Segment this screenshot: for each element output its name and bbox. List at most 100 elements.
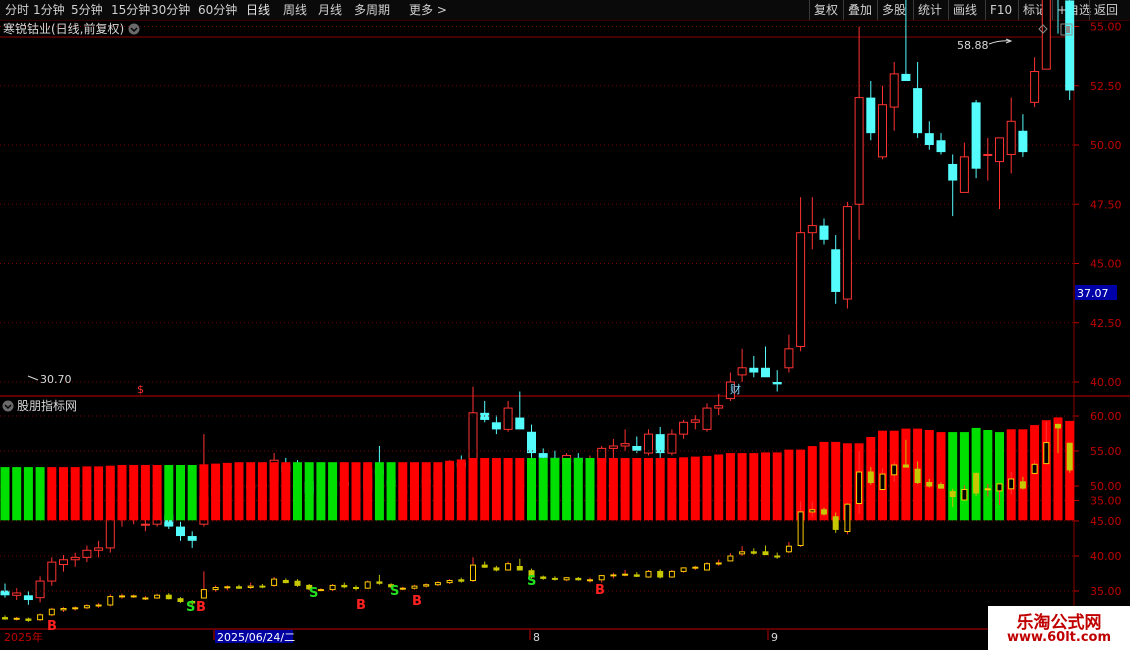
mini-candle-body [563,577,570,581]
indicator-bar [410,462,419,521]
candle-body [831,249,841,292]
mini-candle-body [1019,481,1026,489]
indicator-bar [749,453,759,521]
candle [959,142,969,193]
mini-candle [973,472,980,496]
candle-body [878,104,887,158]
mini-candle-body [727,555,734,562]
candle [70,552,80,567]
mini-candle-body [633,574,640,577]
indicator-bar [222,462,232,521]
indicator-bar [597,458,607,521]
time-label-cursor: 2025/06/24/二 [217,631,295,644]
indicator-bar [70,467,80,521]
mini-candle-body [399,587,406,590]
indicator-bar [655,458,665,521]
current-price-value: 37.07 [1077,287,1109,300]
candle-body [1065,0,1075,91]
indicator-bar [702,455,712,521]
indicator-bar [94,466,104,521]
candle-body [761,367,770,378]
candle [667,429,677,456]
indicator-bar [117,465,127,521]
indicator-bar [456,459,466,521]
watermark-logo: 乐淘公式网 www.60lt.com [988,606,1130,650]
mini-candle-body [364,581,371,589]
mini-candle [481,561,488,568]
candle [854,26,864,240]
mini-candle-body [949,491,956,498]
time-label-year: 2025年 [4,630,43,644]
mini-candle-body [13,617,20,620]
mini-candle [165,593,172,600]
dividend-marker[interactable]: $ [137,383,144,396]
indicator-tick-label: 55.00 [1090,445,1122,458]
mini-candle-body [1055,423,1061,429]
indicator-bar [59,467,68,521]
candle-body [47,561,57,582]
mini-candle-body [797,511,804,546]
mini-candle [294,579,301,587]
mini-candle-body [341,584,348,588]
price-tick-label: 45.00 [1090,258,1122,271]
indicator-bar [316,462,326,521]
mini-candle [411,584,418,590]
candle [94,540,104,558]
indicator-bar [199,464,209,521]
mini-candle-body [130,595,137,598]
mini-candle-body [774,555,781,558]
mini-candle-body [317,589,324,592]
indicator-bar [351,462,361,521]
candle-body [23,595,33,601]
indicator-bar [983,430,993,521]
candle [82,545,92,563]
buy-signal: B [47,619,57,634]
candle [12,588,22,601]
indicator-bar [12,467,22,521]
mini-candle [2,615,8,620]
mini-candle-body [879,473,886,491]
indicator-dropdown-icon[interactable] [2,400,14,412]
mini-candle-body [142,597,149,600]
candle [831,235,841,304]
candle-body [1030,71,1040,103]
candle-body [983,153,993,156]
mini-candle-body [353,587,359,589]
indicator-bar [421,462,431,521]
title-dropdown-icon[interactable] [128,23,140,35]
candle [714,393,724,416]
mini-candle [540,575,547,580]
buy-sell-signals: BS B BSBSBS [47,574,605,634]
candle [515,391,525,430]
mini-candle-body [587,579,593,582]
candle [971,99,981,179]
main-chart-title: 寒锐钴业(日线,前复权) [3,21,124,36]
indicator-bar [503,458,513,521]
candle-body [842,206,852,300]
mini-candle [458,577,465,583]
candle-body [889,73,899,108]
candle [807,197,817,250]
mini-candle [399,586,406,591]
indicator-bar [257,462,267,521]
financial-report-marker[interactable]: 财 [730,382,741,396]
indicator-bar [725,453,735,521]
candle [983,137,993,181]
mini-candle-body [762,551,769,556]
mini-candle [13,616,20,621]
mini-candle [750,548,757,555]
indicator-tick-label: 45.00 [1090,515,1122,528]
mini-candle [95,602,102,608]
mini-candle-body [692,566,699,569]
candle [608,438,618,458]
mini-candle [271,577,278,587]
mini-candle-body [551,577,558,580]
mini-candle [259,584,266,589]
candle [176,521,185,541]
mini-candle-body [434,582,441,586]
watermark-url: www.60lt.com [1006,630,1112,645]
mini-candle [83,604,90,610]
mini-candle-body [446,580,453,584]
mini-candle-body [891,464,898,476]
candle [936,133,946,155]
